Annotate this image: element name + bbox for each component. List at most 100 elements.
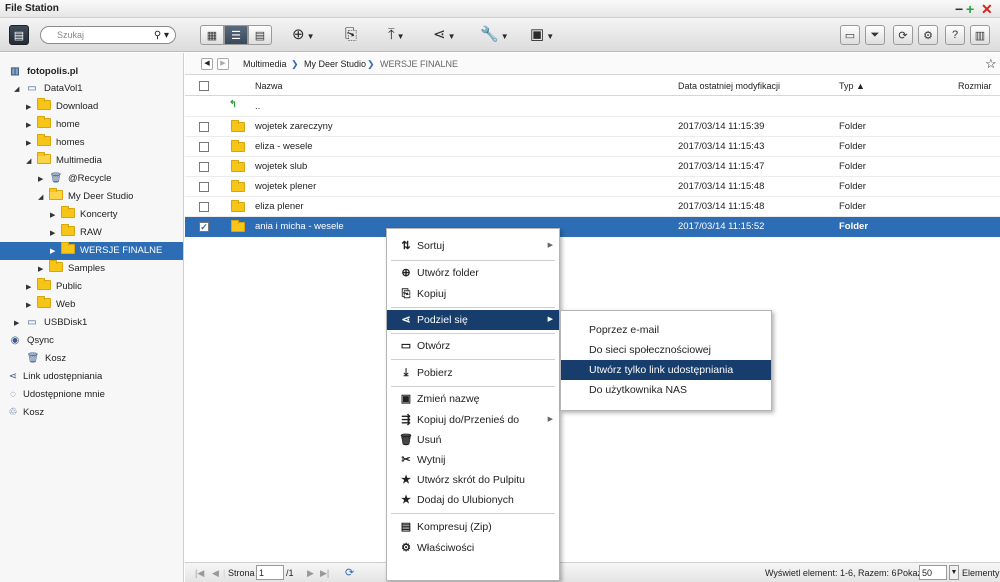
tree-item-wersje-finalne[interactable]: ▶ WERSJE FINALNE	[0, 242, 183, 260]
table-row-parent[interactable]: ↰ ..	[185, 97, 1000, 117]
table-row[interactable]: wojetek slub 2017/03/14 11:15:47 Folder	[185, 157, 1000, 177]
table-row[interactable]: wojetek plener 2017/03/14 11:15:48 Folde…	[185, 177, 1000, 197]
breadcrumb-item[interactable]: Multimedia	[243, 59, 287, 69]
tree-root[interactable]: ▥ fotopolis.pl	[8, 63, 78, 80]
menu-item-compress[interactable]: ▤ Kompresuj (Zip)	[387, 517, 559, 537]
tree-item-multimedia[interactable]: ◢ Multimedia	[26, 152, 102, 169]
row-checkbox[interactable]	[199, 162, 209, 172]
row-checkbox-checked[interactable]: ✓	[199, 222, 209, 232]
chevron-right-icon[interactable]: ▶	[50, 207, 61, 224]
last-page-icon[interactable]: ▶|	[320, 568, 329, 579]
create-icon[interactable]: ⊕ ▼	[292, 25, 315, 47]
tree-item-koncerty[interactable]: ▶ Koncerty	[50, 206, 118, 223]
chevron-right-icon[interactable]: ▶	[26, 135, 37, 152]
tree-trash[interactable]: ♲ Kosz	[8, 404, 45, 421]
breadcrumb-item[interactable]: My Deer Studio	[304, 59, 366, 69]
column-date[interactable]: Data ostatniej modyfikacji	[678, 81, 780, 91]
tree-item-home[interactable]: ▶ home	[26, 116, 80, 133]
chevron-right-icon[interactable]: ▶	[50, 243, 61, 261]
column-type[interactable]: Typ ▲	[839, 81, 865, 91]
tree-item-download[interactable]: ▶ Download	[26, 98, 98, 115]
tree-item-recycle[interactable]: ▶ 🗑 @Recycle	[38, 170, 111, 187]
table-row-selected[interactable]: ✓ ania i micha - wesele 2017/03/14 11:15…	[185, 217, 1000, 237]
menu-item-copy-move[interactable]: ⇶ Kopiuj do/Przenieś do ▶	[387, 410, 559, 430]
search-icon[interactable]: ⚲ ▾	[154, 30, 169, 41]
menu-item-share[interactable]: ⋖ Podziel się ▶	[387, 310, 559, 330]
chevron-right-icon[interactable]: ▶	[50, 225, 61, 242]
refresh-icon[interactable]: ⟳	[345, 566, 354, 579]
tree-item-my-deer-studio[interactable]: ◢ My Deer Studio	[38, 188, 133, 205]
menu-item-open[interactable]: ▭ Otwórz	[387, 336, 559, 356]
select-all-checkbox[interactable]	[199, 81, 209, 91]
chevron-down-icon[interactable]: ◢	[26, 153, 37, 170]
menu-item-create-folder[interactable]: ⊕ Utwórz folder	[387, 263, 559, 283]
next-page-icon[interactable]: ▶	[307, 568, 314, 579]
submenu-item-email[interactable]: Poprzez e-mail	[561, 320, 771, 340]
minimize-icon[interactable]: −	[955, 1, 963, 17]
tree-datavol[interactable]: ◢ ▭ DataVol1	[14, 80, 83, 97]
first-page-icon[interactable]: |◀	[195, 568, 204, 579]
chevron-right-icon[interactable]: ▶	[38, 171, 49, 188]
tree-item-homes[interactable]: ▶ homes	[26, 134, 85, 151]
chevron-right-icon[interactable]: ▶	[26, 99, 37, 116]
close-icon[interactable]: ✕	[981, 1, 993, 17]
tree-item-raw[interactable]: ▶ RAW	[50, 224, 102, 241]
storage-icon[interactable]: ▭	[840, 25, 860, 45]
per-page-select[interactable]: 50	[919, 565, 947, 580]
tree-qsync[interactable]: ◉ Qsync	[8, 332, 54, 349]
menu-item-add-favorite[interactable]: ★ Dodaj do Ulubionych	[387, 490, 559, 510]
menu-item-sort[interactable]: ⇅ Sortuj ▶	[387, 236, 559, 256]
tree-usbdisk[interactable]: ▶ ▭ USBDisk1	[14, 314, 87, 331]
prev-page-icon[interactable]: ◀	[212, 568, 219, 579]
search-input[interactable]: Szukaj ⚲ ▾	[40, 26, 176, 44]
chevron-right-icon[interactable]: ▶	[38, 261, 49, 278]
row-checkbox[interactable]	[199, 142, 209, 152]
tree-shared-with-me[interactable]: ◌ Udostępnione mnie	[8, 386, 105, 403]
back-icon[interactable]: ◀	[201, 58, 213, 70]
table-row[interactable]: eliza plener 2017/03/14 11:15:48 Folder	[185, 197, 1000, 217]
settings-icon[interactable]: ⚙	[918, 25, 938, 45]
tree-item-public[interactable]: ▶ Public	[26, 278, 82, 295]
chevron-down-icon[interactable]: ◢	[14, 81, 25, 98]
chevron-down-icon[interactable]: ▼	[949, 565, 959, 580]
chevron-right-icon[interactable]: ▶	[14, 315, 25, 332]
forward-icon[interactable]: ▶	[217, 58, 229, 70]
tree-share-link[interactable]: ⋖ Link udostępniania	[8, 368, 102, 385]
thumbnail-view-button[interactable]: ▦	[200, 25, 224, 45]
favorite-star-icon[interactable]: ☆	[985, 56, 997, 72]
filter-icon[interactable]: ⏷	[865, 25, 885, 45]
chevron-down-icon[interactable]: ◢	[38, 189, 49, 206]
help-icon[interactable]: ?	[945, 25, 965, 45]
menu-item-desktop-shortcut[interactable]: ★ Utwórz skrót do Pulpitu	[387, 470, 559, 490]
menu-item-download[interactable]: ⤓ Pobierz	[387, 363, 559, 383]
copy-icon[interactable]: ⎘	[345, 25, 357, 45]
tools-icon[interactable]: 🔧 ▼	[480, 25, 509, 47]
row-checkbox[interactable]	[199, 122, 209, 132]
column-size[interactable]: Rozmiar	[958, 81, 992, 91]
refresh-icon[interactable]: ⟳	[893, 25, 913, 45]
remote-mount-icon[interactable]: ▣ ▼	[530, 25, 554, 47]
list-view-button[interactable]: ☰	[224, 25, 248, 45]
detail-view-button[interactable]: ▤	[248, 25, 272, 45]
share-icon[interactable]: ⋖ ▼	[433, 25, 456, 47]
menu-item-delete[interactable]: 🗑 Usuń	[387, 430, 559, 450]
tree-qsync-trash[interactable]: 🗑 Kosz	[26, 350, 66, 367]
table-row[interactable]: eliza - wesele 2017/03/14 11:15:43 Folde…	[185, 137, 1000, 157]
chevron-right-icon[interactable]: ▶	[26, 297, 37, 314]
menu-item-rename[interactable]: ▣ Zmień nazwę	[387, 389, 559, 409]
table-row[interactable]: wojetek zareczyny 2017/03/14 11:15:39 Fo…	[185, 117, 1000, 137]
upload-icon[interactable]: ⤒ ▼	[388, 25, 405, 47]
submenu-item-nas-user[interactable]: Do użytkownika NAS	[561, 380, 771, 400]
row-checkbox[interactable]	[199, 182, 209, 192]
info-panel-icon[interactable]: ▥	[970, 25, 990, 45]
chevron-right-icon[interactable]: ▶	[26, 117, 37, 134]
chevron-right-icon[interactable]: ▶	[26, 279, 37, 296]
tree-item-web[interactable]: ▶ Web	[26, 296, 75, 313]
menu-item-properties[interactable]: ⚙ Właściwości	[387, 538, 559, 558]
maximize-icon[interactable]: +	[966, 1, 974, 17]
menu-item-cut[interactable]: ✂ Wytnij	[387, 450, 559, 470]
column-name[interactable]: Nazwa	[255, 81, 283, 91]
submenu-item-link-only[interactable]: Utwórz tylko link udostępniania	[561, 360, 771, 380]
page-input[interactable]: 1	[256, 565, 284, 580]
menu-item-copy[interactable]: ⎘ Kopiuj	[387, 284, 559, 304]
